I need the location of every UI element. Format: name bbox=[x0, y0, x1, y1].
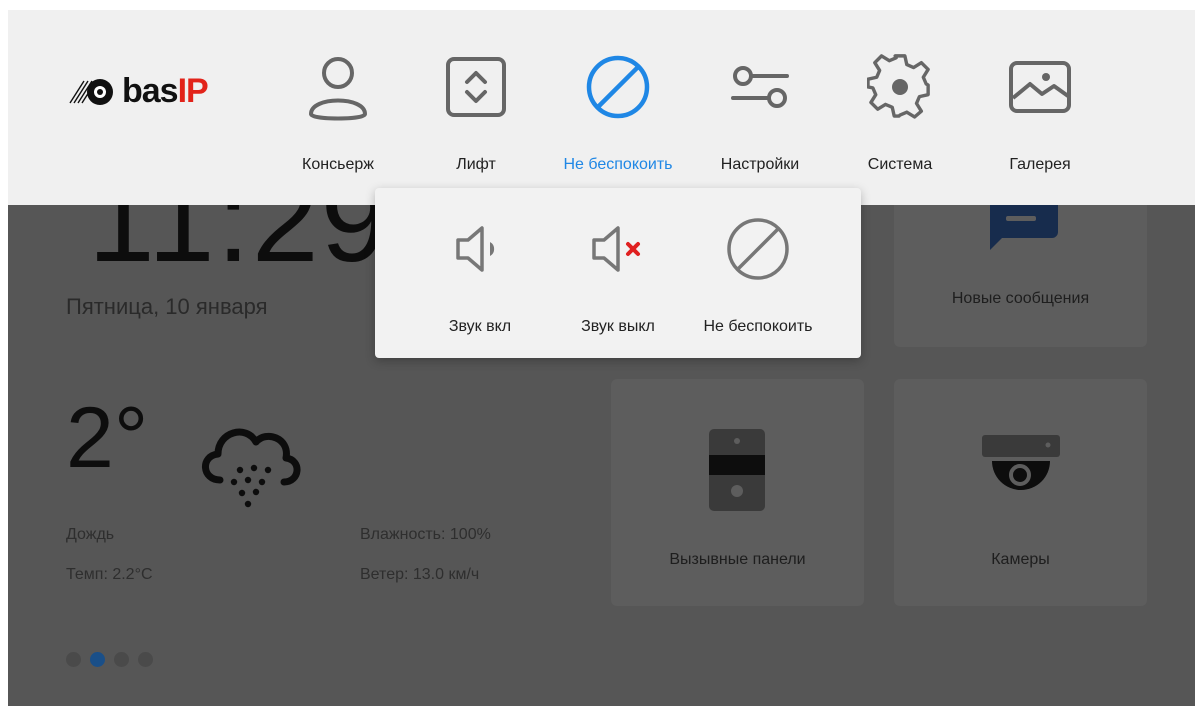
tile-cameras[interactable]: Камеры bbox=[894, 379, 1147, 606]
message-icon bbox=[989, 198, 1058, 250]
do-not-disturb-icon bbox=[585, 50, 651, 124]
wind-label: Ветер: 13.0 км/ч bbox=[360, 566, 480, 583]
do-not-disturb-option[interactable]: Не беспокоить bbox=[683, 214, 833, 344]
nav-label: Лифт bbox=[456, 156, 496, 173]
tile-label: Новые сообщения bbox=[951, 290, 1090, 307]
temperature: 2° bbox=[66, 390, 149, 486]
do-not-disturb-icon bbox=[725, 214, 791, 284]
logo-suffix: IP bbox=[177, 72, 209, 110]
elevator-icon bbox=[445, 50, 507, 124]
gallery-icon bbox=[1008, 50, 1072, 124]
nav-item-concierge[interactable]: Консьерж bbox=[278, 50, 398, 190]
nav-label: Галерея bbox=[1009, 156, 1071, 173]
bas-ip-logo: basIP bbox=[66, 72, 209, 111]
nav-item-settings[interactable]: Настройки bbox=[700, 50, 820, 190]
page-indicator bbox=[66, 652, 153, 667]
page-dot[interactable] bbox=[66, 652, 81, 667]
logo-mark-icon bbox=[69, 78, 113, 105]
nav-item-system[interactable]: Система bbox=[840, 50, 960, 190]
sound-off-label: Звук выкл bbox=[581, 318, 655, 335]
nav-item-do-not-disturb[interactable]: Не беспокоить bbox=[558, 50, 678, 190]
do-not-disturb-popover: Звук вкл Звук выкл Не беспокоить bbox=[375, 188, 861, 358]
logo-text: basIP bbox=[122, 72, 209, 111]
camera-icon bbox=[982, 435, 1060, 490]
logo-brand: bas bbox=[122, 72, 179, 110]
nav-label: Не беспокоить bbox=[563, 156, 673, 173]
humidity-label: Влажность: 100% bbox=[360, 526, 491, 543]
nav-item-gallery[interactable]: Галерея bbox=[980, 50, 1100, 190]
nav-label: Настройки bbox=[720, 156, 800, 173]
date-label: Пятница, 10 января bbox=[66, 294, 268, 319]
tile-label: Вызывные панели bbox=[669, 551, 806, 568]
call-panel-icon bbox=[709, 429, 765, 511]
top-nav-bar: basIP Консьерж Лифт Не беспокоить Настро… bbox=[8, 10, 1195, 205]
screen: 11:29 Пятница, 10 января 2° Дождь Темп: … bbox=[8, 10, 1195, 706]
gear-icon bbox=[867, 50, 933, 124]
sound-on-label: Звук вкл bbox=[448, 318, 512, 335]
nav-item-elevator[interactable]: Лифт bbox=[416, 50, 536, 190]
sliders-icon bbox=[729, 50, 791, 124]
temperature-detail: Темп: 2.2°C bbox=[66, 566, 153, 583]
sound-on-icon bbox=[452, 214, 508, 284]
page-dot-active[interactable] bbox=[90, 652, 105, 667]
sound-off-option[interactable]: Звук выкл bbox=[543, 214, 693, 344]
person-icon bbox=[305, 50, 371, 124]
nav-label: Система bbox=[867, 156, 933, 173]
weather-condition: Дождь bbox=[66, 526, 115, 543]
tile-call-panels[interactable]: Вызывные панели bbox=[611, 379, 864, 606]
sound-off-icon bbox=[588, 214, 648, 284]
page-dot[interactable] bbox=[138, 652, 153, 667]
rain-cloud-icon bbox=[194, 410, 306, 515]
page-dot[interactable] bbox=[114, 652, 129, 667]
do-not-disturb-label: Не беспокоить bbox=[703, 318, 813, 335]
sound-on-option[interactable]: Звук вкл bbox=[405, 214, 555, 344]
tile-label: Камеры bbox=[991, 551, 1050, 568]
nav-label: Консьерж bbox=[302, 156, 374, 173]
